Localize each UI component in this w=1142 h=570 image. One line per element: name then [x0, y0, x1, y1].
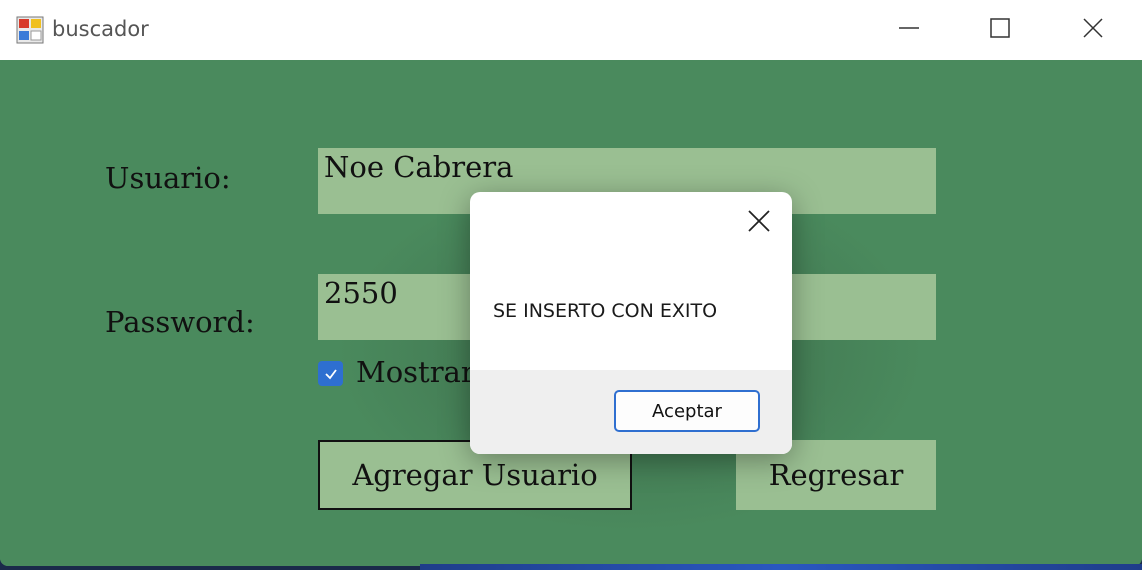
dialog-message: SE INSERTO CON EXITO — [493, 300, 718, 322]
ok-button-label: Aceptar — [652, 400, 722, 422]
back-button-label: Regresar — [768, 458, 904, 492]
desktop-background — [420, 564, 1142, 570]
minimize-icon — [899, 27, 919, 29]
minimize-button[interactable] — [889, 12, 929, 46]
usuario-label: Usuario: — [105, 161, 231, 195]
show-password-label[interactable]: Mostrar — [356, 355, 475, 389]
maximize-icon — [990, 18, 1010, 38]
app-window: buscador Usuario: Noe Cabrera Password: … — [0, 0, 1142, 566]
show-password-checkbox[interactable] — [318, 361, 343, 386]
message-dialog: SE INSERTO CON EXITO Aceptar — [470, 192, 792, 454]
window-title: buscador — [52, 17, 149, 41]
close-button[interactable] — [1073, 12, 1113, 46]
ok-button[interactable]: Aceptar — [614, 390, 760, 432]
close-icon — [748, 210, 770, 232]
checkmark-icon — [324, 369, 337, 380]
password-label: Password: — [105, 305, 255, 339]
dialog-footer: Aceptar — [470, 370, 792, 454]
password-value: 2550 — [324, 276, 398, 310]
usuario-value: Noe Cabrera — [324, 150, 514, 184]
title-bar[interactable]: buscador — [0, 0, 1142, 60]
add-user-button-label: Agregar Usuario — [352, 458, 598, 492]
close-icon — [1083, 18, 1103, 38]
app-form-icon — [16, 16, 44, 44]
dialog-close-button[interactable] — [742, 204, 776, 238]
maximize-button[interactable] — [980, 12, 1020, 46]
